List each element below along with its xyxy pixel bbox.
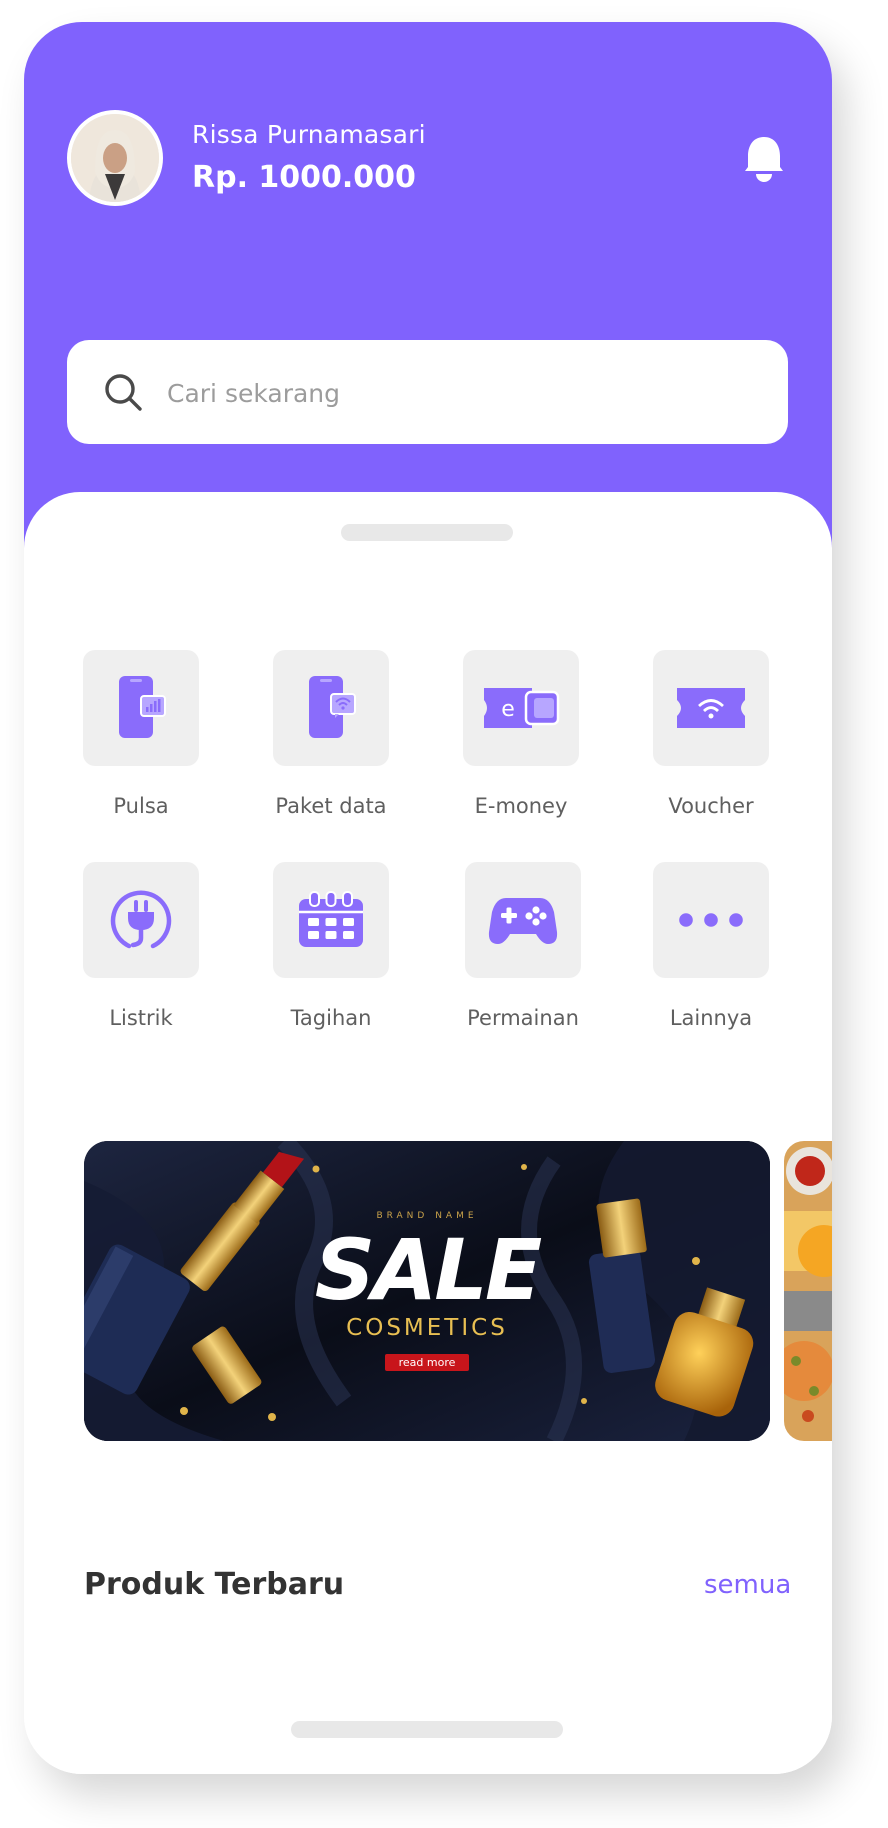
search-input[interactable]	[165, 368, 749, 418]
banner-headline: SALE	[314, 1221, 542, 1319]
service-label: Tagihan	[290, 1006, 372, 1030]
service-tile[interactable]	[273, 862, 389, 978]
home-indicator	[291, 1721, 563, 1738]
service-tile[interactable]	[653, 862, 769, 978]
phone-wifi-icon	[309, 676, 356, 738]
service-paket-data[interactable]: Paket data	[246, 650, 416, 818]
section-title: Produk Terbaru	[84, 1567, 345, 1602]
service-label: Lainnya	[669, 1006, 753, 1030]
banner-read-more-button[interactable]: read more	[385, 1354, 469, 1371]
balance: Rp. 1000.000	[192, 160, 416, 195]
service-label: Pulsa	[113, 794, 169, 818]
service-label: E-money	[474, 794, 568, 818]
service-label: Voucher	[668, 794, 754, 818]
banner-subline: COSMETICS	[346, 1315, 508, 1341]
service-label: Paket data	[275, 794, 387, 818]
food-banner-image	[784, 1141, 832, 1441]
service-tile[interactable]	[653, 650, 769, 766]
service-tile[interactable]	[273, 650, 389, 766]
calendar-icon	[299, 891, 363, 947]
search-bar[interactable]	[67, 340, 788, 444]
service-e-money[interactable]: e E-money	[436, 650, 606, 818]
svg-text:e: e	[501, 697, 515, 722]
service-permainan[interactable]: Permainan	[438, 862, 608, 1030]
service-label: Permainan	[467, 1006, 579, 1030]
more-dots-icon	[679, 913, 743, 927]
power-plug-icon	[110, 890, 172, 949]
wifi-ticket-icon	[677, 688, 745, 728]
phone-signal-icon	[119, 676, 166, 738]
phone-screen: Rissa Purnamasari Rp. 1000.000 Cari seka…	[24, 22, 832, 1774]
promo-banner-next[interactable]	[784, 1141, 832, 1441]
service-lainnya[interactable]: Lainnya	[626, 862, 796, 1030]
service-tile[interactable]	[465, 862, 581, 978]
service-pulsa[interactable]: Pulsa	[56, 650, 226, 818]
search-icon	[105, 374, 142, 411]
service-label: Listrik	[109, 1006, 173, 1030]
avatar[interactable]	[67, 110, 163, 206]
sheet-handle[interactable]	[341, 524, 513, 541]
promo-banner[interactable]: BRAND NAME SALE COSMETICS read more	[84, 1141, 770, 1441]
gamepad-icon	[488, 898, 558, 944]
service-voucher[interactable]: Voucher	[626, 650, 796, 818]
service-tile[interactable]	[83, 650, 199, 766]
banner-brand: BRAND NAME	[376, 1211, 478, 1221]
service-tile[interactable]: e	[463, 650, 579, 766]
service-tile[interactable]	[83, 862, 199, 978]
e-wallet-icon: e	[484, 688, 560, 728]
user-name: Rissa Purnamasari	[192, 120, 426, 149]
notification-bell-icon[interactable]	[742, 134, 786, 184]
service-tagihan[interactable]: Tagihan	[246, 862, 416, 1030]
see-all-link[interactable]: semua	[704, 1570, 791, 1600]
service-listrik[interactable]: Listrik	[56, 862, 226, 1030]
